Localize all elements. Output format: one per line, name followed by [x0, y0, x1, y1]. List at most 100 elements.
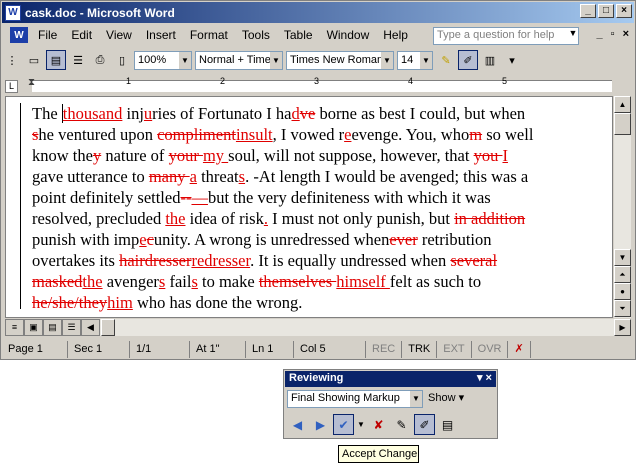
- indent-marker-icon[interactable]: ⧗: [28, 77, 38, 95]
- scroll-up-icon[interactable]: ▲: [614, 96, 631, 113]
- horizontal-scrollbar[interactable]: ≡ ▣ ▤ ☰ ◀ ▶: [5, 319, 631, 336]
- status-rec[interactable]: REC: [366, 340, 403, 358]
- maximize-button[interactable]: □: [598, 4, 614, 18]
- reviewing-pane-toggle-icon[interactable]: ▤: [437, 414, 458, 435]
- menu-table[interactable]: Table: [278, 28, 321, 42]
- menu-edit[interactable]: Edit: [65, 28, 100, 42]
- menu-format[interactable]: Format: [184, 28, 236, 42]
- style-combo[interactable]: Normal + Times ▼: [195, 50, 283, 70]
- document-line[interactable]: maskedthe avengers fails to make themsel…: [32, 271, 608, 292]
- chevron-down-icon[interactable]: ▼: [567, 28, 579, 44]
- document-line[interactable]: resolved, precluded the idea of risk. I …: [32, 208, 608, 229]
- font-size-combo[interactable]: 14 ▼: [397, 50, 433, 70]
- document-icon[interactable]: W: [10, 27, 28, 43]
- document-line[interactable]: overtakes its hairdresserredresser. It i…: [32, 250, 608, 271]
- menu-view[interactable]: View: [100, 28, 140, 42]
- h-scroll-thumb[interactable]: [101, 319, 115, 336]
- deleted-text: themselves: [258, 272, 337, 291]
- scroll-thumb[interactable]: [614, 113, 631, 135]
- menu-help[interactable]: Help: [377, 28, 416, 42]
- new-comment-icon[interactable]: ✎: [391, 414, 412, 435]
- document-line[interactable]: punish with impecunity. A wrong is unred…: [32, 229, 608, 250]
- minimize-button[interactable]: _: [580, 4, 596, 18]
- body-text: soul, will not suppose, however, that: [228, 146, 474, 165]
- page-layout-icon[interactable]: ▤: [46, 50, 66, 70]
- word-app-icon[interactable]: W: [5, 4, 21, 21]
- inserted-text: d: [291, 104, 300, 123]
- body-text: The: [32, 104, 62, 123]
- select-browse-object-icon[interactable]: ●: [614, 283, 631, 300]
- status-ext[interactable]: EXT: [437, 340, 472, 358]
- document-line[interactable]: she ventured upon complimentinsult, I vo…: [32, 124, 608, 145]
- deleted-text: hairdresser: [119, 251, 192, 270]
- doc-close-icon[interactable]: ×: [623, 28, 629, 40]
- next-change-icon[interactable]: ▶: [310, 414, 331, 435]
- body-text: so well: [482, 125, 534, 144]
- print-preview-icon[interactable]: ▯: [112, 50, 132, 70]
- highlight-icon[interactable]: ✎: [436, 50, 456, 70]
- body-text: . -At length I would be avenged; this wa…: [245, 167, 529, 186]
- document-area[interactable]: The thousand injuries of Fortunato I had…: [5, 96, 613, 318]
- track-changes-icon[interactable]: ✐: [458, 50, 478, 70]
- title-bar[interactable]: W cask.doc - Microsoft Word _ □ ×: [2, 2, 634, 23]
- deleted-text: m: [469, 125, 483, 144]
- body-text: idea of risk: [185, 209, 264, 228]
- zoom-combo[interactable]: 100% ▼: [134, 50, 192, 70]
- close-button[interactable]: ×: [616, 4, 632, 18]
- doc-minimize-icon[interactable]: _: [597, 28, 603, 40]
- next-page-icon[interactable]: ⏷: [614, 300, 631, 317]
- document-line[interactable]: The thousand injuries of Fortunato I had…: [32, 103, 608, 124]
- inserted-text: him: [107, 293, 133, 312]
- document-line[interactable]: gave utterance to many a threats. -At le…: [32, 166, 608, 187]
- status-trk[interactable]: TRK: [402, 340, 438, 358]
- previous-page-icon[interactable]: ⏶: [614, 266, 631, 283]
- question-box[interactable]: Type a question for help: [433, 27, 579, 45]
- menu-tools[interactable]: Tools: [236, 28, 278, 42]
- display-for-review-combo[interactable]: Final Showing Markup ▼: [287, 390, 423, 408]
- scroll-right-icon[interactable]: ▶: [614, 319, 631, 336]
- font-combo[interactable]: Times New Roman ▼: [286, 50, 394, 70]
- body-text: punish with imp: [32, 230, 140, 249]
- menu-insert[interactable]: Insert: [140, 28, 184, 42]
- inserted-text: e: [139, 230, 147, 249]
- show-menu-button[interactable]: Show ▾: [428, 391, 464, 404]
- body-text: unity. A wrong is unredressed when: [153, 230, 390, 249]
- horizontal-ruler[interactable]: ⧗ 1 2 3 4 5: [2, 76, 634, 96]
- new-document-icon[interactable]: ▭: [24, 50, 44, 70]
- accept-change-icon[interactable]: ✔: [333, 414, 354, 435]
- document-line[interactable]: he/she/theyhim who has done the wrong.: [32, 292, 608, 313]
- body-text: , I vowed r: [272, 125, 345, 144]
- track-changes-toggle-icon[interactable]: ✐: [414, 414, 435, 435]
- reviewing-pane-icon[interactable]: ▥: [480, 50, 500, 70]
- document-text[interactable]: The thousand injuries of Fortunato I had…: [32, 103, 608, 313]
- outline-view-icon[interactable]: ☰: [62, 319, 81, 336]
- status-ovr[interactable]: OVR: [472, 340, 509, 358]
- deleted-text: masked: [32, 272, 83, 291]
- menu-window[interactable]: Window: [321, 28, 378, 42]
- spelling-status-icon[interactable]: ✗: [508, 340, 531, 358]
- reviewing-close-icon[interactable]: ▾ ×: [477, 371, 492, 384]
- word-window: W cask.doc - Microsoft Word _ □ × W File…: [0, 0, 636, 360]
- outline-icon[interactable]: ☰: [68, 50, 88, 70]
- reviewing-title-bar[interactable]: Reviewing ▾ ×: [285, 371, 496, 387]
- print-layout-icon[interactable]: ▤: [43, 319, 62, 336]
- accept-change-dropdown-icon[interactable]: ▼: [356, 414, 366, 435]
- vertical-scrollbar[interactable]: ▲ ▼ ⏶ ● ⏷: [614, 96, 631, 318]
- deleted-text: c: [146, 230, 154, 249]
- deleted-text: several: [450, 251, 498, 270]
- print-icon[interactable]: ⎙: [90, 50, 110, 70]
- doc-restore-icon[interactable]: ▫: [611, 28, 615, 40]
- previous-change-icon[interactable]: ◀: [287, 414, 308, 435]
- deleted-text: ever: [389, 230, 418, 249]
- document-line[interactable]: point definitely settled--—but the very …: [32, 187, 608, 208]
- body-text: borne as best I could, but when: [315, 104, 526, 123]
- web-layout-icon[interactable]: ▣: [24, 319, 43, 336]
- document-line[interactable]: know they nature of your my soul, will n…: [32, 145, 608, 166]
- reject-change-icon[interactable]: ✘: [368, 414, 389, 435]
- menu-file[interactable]: File: [32, 28, 65, 42]
- more-buttons-icon[interactable]: ▾: [502, 50, 522, 70]
- toolbar-grip-icon[interactable]: ⋮: [2, 50, 22, 70]
- normal-view-icon[interactable]: ≡: [5, 319, 24, 336]
- scroll-left-icon[interactable]: ◀: [81, 319, 100, 336]
- scroll-down-icon[interactable]: ▼: [614, 249, 631, 266]
